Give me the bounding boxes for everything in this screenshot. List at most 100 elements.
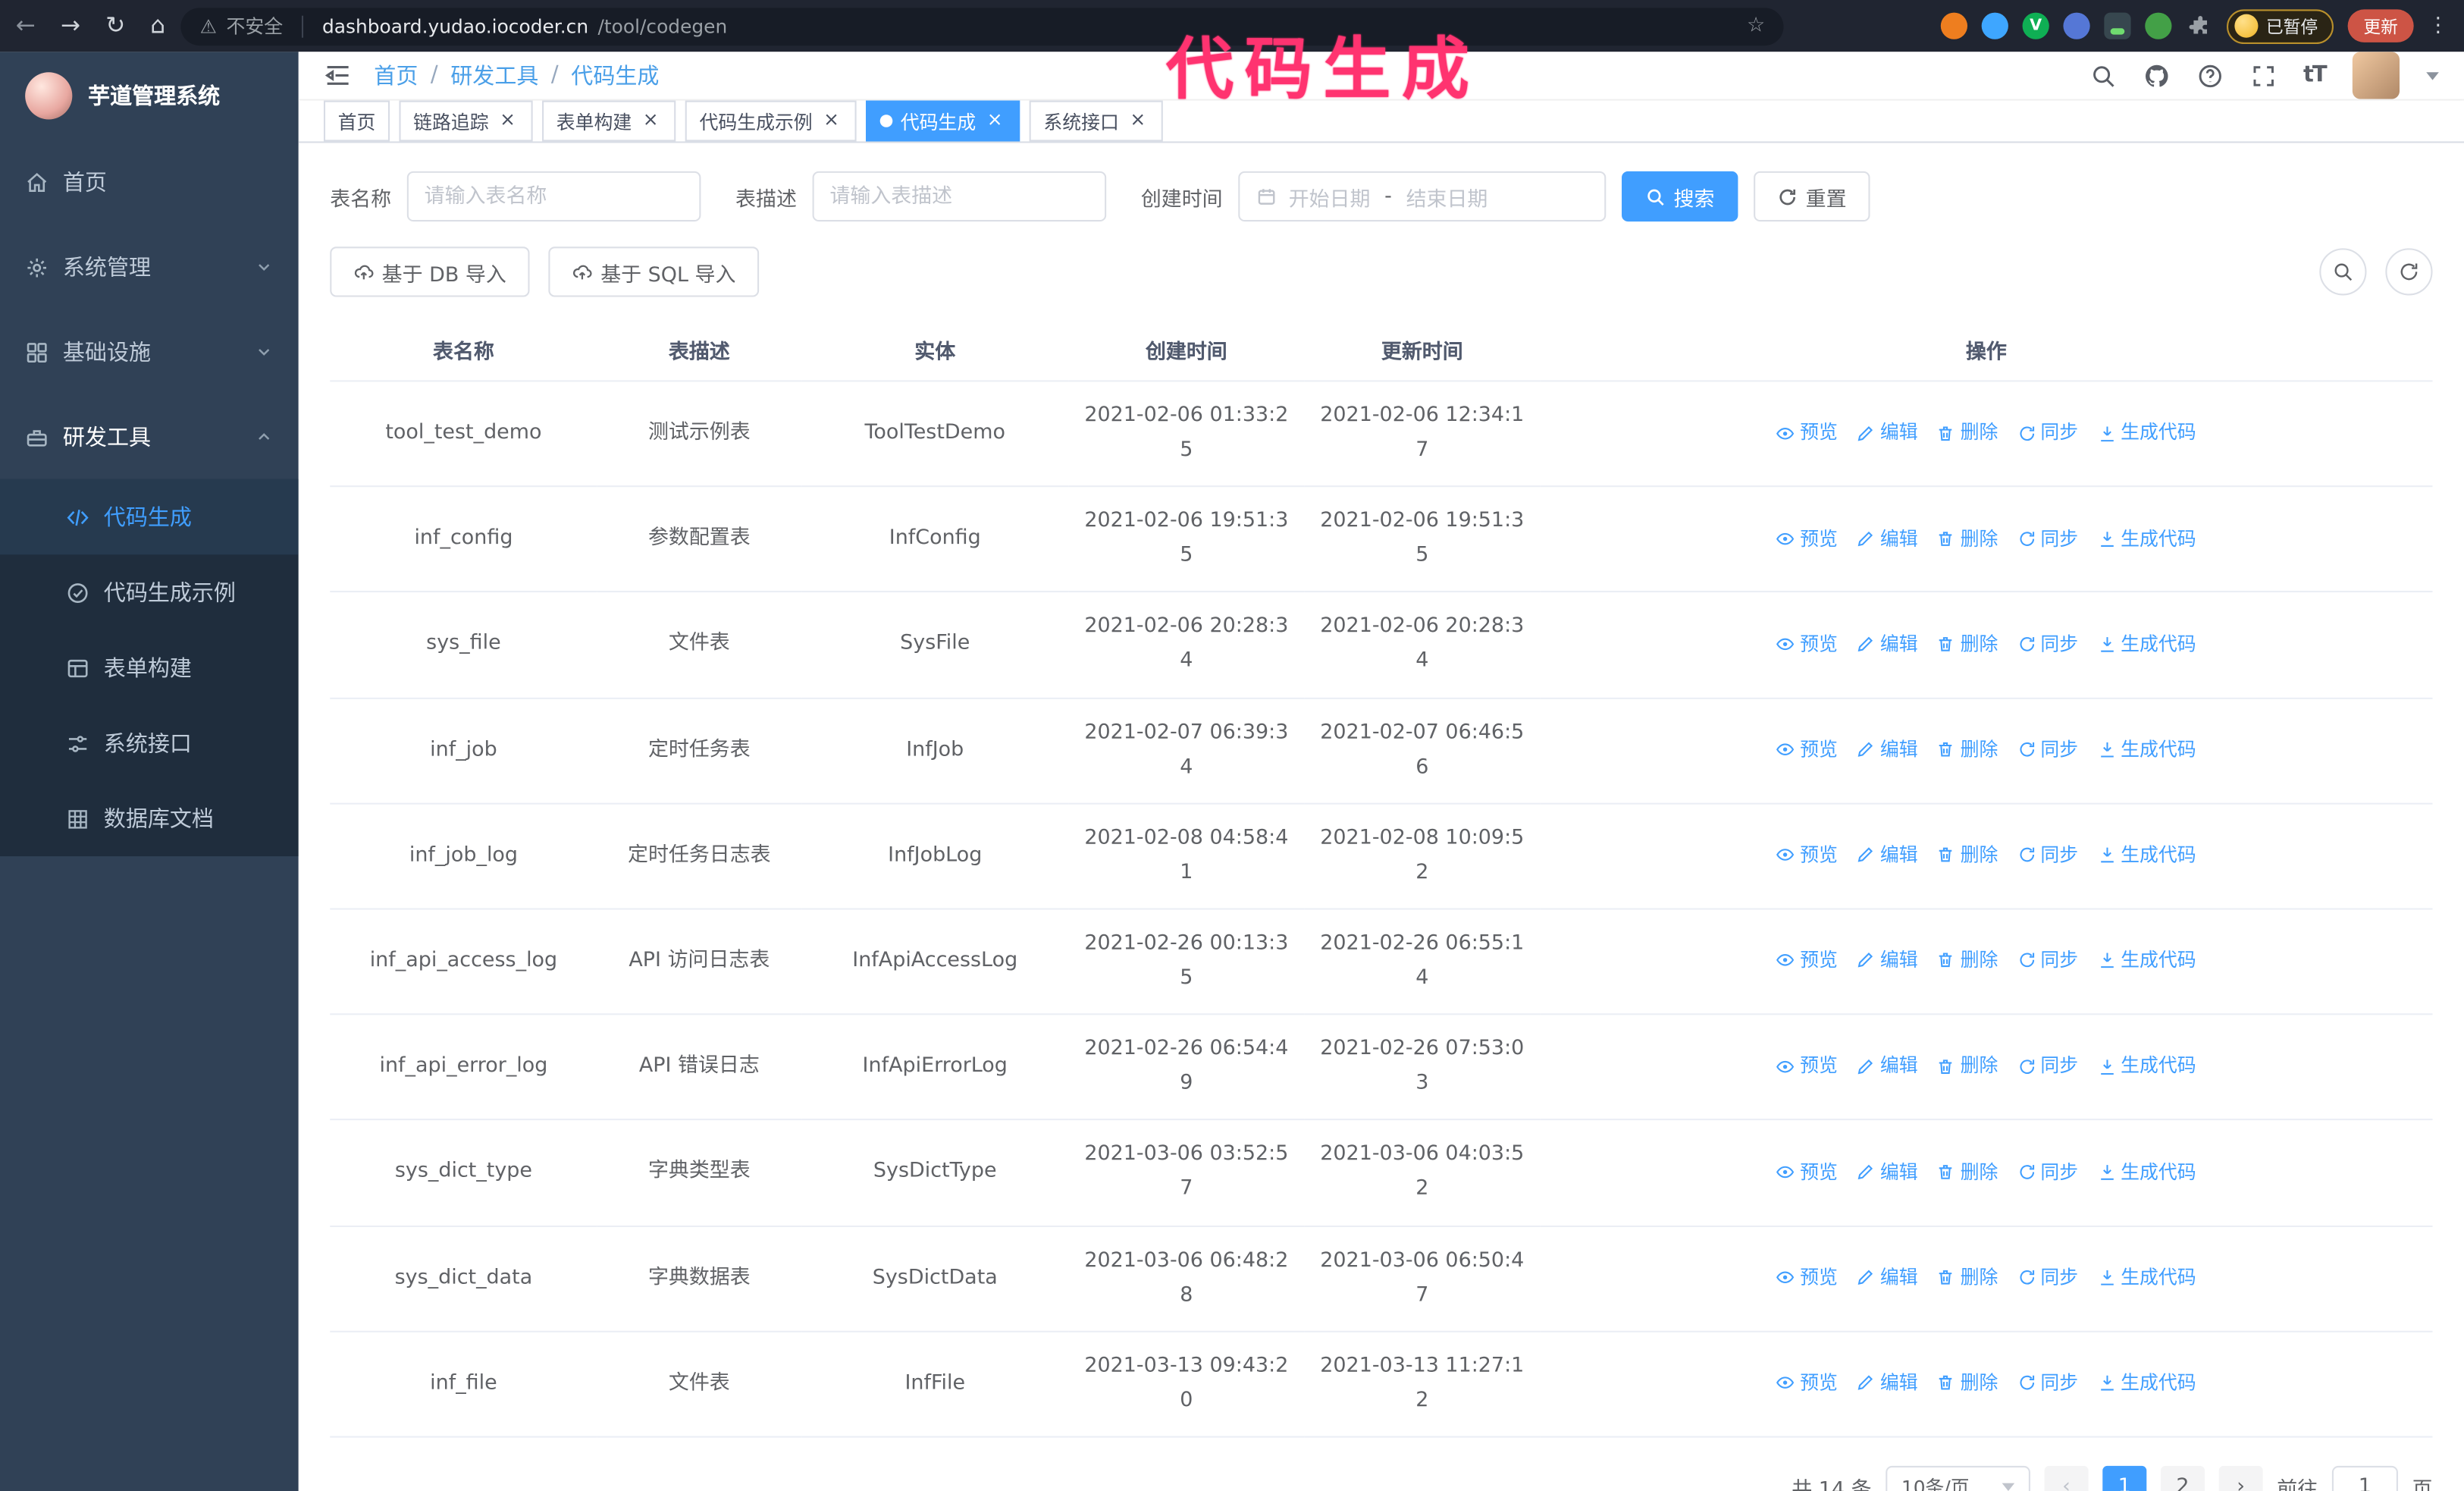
edit-link[interactable]: 编辑: [1857, 733, 1918, 765]
user-avatar[interactable]: [2352, 52, 2400, 99]
sync-link[interactable]: 同步: [2017, 1050, 2078, 1082]
tab-item[interactable]: 链路追踪 ×: [399, 100, 533, 142]
table-desc-input[interactable]: [812, 171, 1107, 222]
reset-button[interactable]: 重置: [1754, 171, 1870, 222]
browser-update-button[interactable]: 更新: [2347, 9, 2414, 42]
breadcrumb-home[interactable]: 首页: [374, 60, 418, 91]
breadcrumb-devtools[interactable]: 研发工具: [450, 60, 538, 91]
close-icon[interactable]: ×: [1127, 109, 1149, 132]
extension-icon[interactable]: [1981, 12, 2008, 39]
tab-item[interactable]: 首页: [323, 100, 390, 142]
reload-button[interactable]: ↻: [105, 14, 125, 38]
preview-link[interactable]: 预览: [1776, 417, 1838, 449]
sync-link[interactable]: 同步: [2017, 1261, 2078, 1293]
address-bar[interactable]: ⚠ 不安全 dashboard.yudao.iocoder.cn/tool/co…: [180, 7, 1785, 46]
sidebar-item-system-api[interactable]: 系统接口: [0, 705, 299, 780]
sidebar-item-system[interactable]: 系统管理: [0, 224, 299, 309]
search-icon[interactable]: [2089, 62, 2116, 89]
sidebar-logo[interactable]: 芋道管理系统: [0, 52, 299, 140]
edit-link[interactable]: 编辑: [1857, 945, 1918, 977]
generate-code-link[interactable]: 生成代码: [2097, 945, 2196, 977]
delete-link[interactable]: 删除: [1937, 628, 1998, 660]
generate-code-link[interactable]: 生成代码: [2097, 1261, 2196, 1293]
generate-code-link[interactable]: 生成代码: [2097, 1367, 2196, 1398]
preview-link[interactable]: 预览: [1776, 1050, 1838, 1082]
sidebar-item-infra[interactable]: 基础设施: [0, 309, 299, 394]
preview-link[interactable]: 预览: [1776, 945, 1838, 977]
edit-link[interactable]: 编辑: [1857, 839, 1918, 871]
font-size-icon[interactable]: tT: [2303, 63, 2328, 88]
tab-item[interactable]: 代码生成示例 ×: [685, 100, 857, 142]
sync-link[interactable]: 同步: [2017, 1367, 2078, 1398]
sync-link[interactable]: 同步: [2017, 628, 2078, 660]
prev-page-button[interactable]: ‹: [2044, 1465, 2089, 1491]
generate-code-link[interactable]: 生成代码: [2097, 839, 2196, 871]
home-button[interactable]: ⌂: [150, 14, 165, 38]
back-button[interactable]: ←: [16, 14, 36, 38]
page-size-select[interactable]: 10条/页: [1886, 1465, 2030, 1491]
preview-link[interactable]: 预览: [1776, 628, 1838, 660]
generate-code-link[interactable]: 生成代码: [2097, 1050, 2196, 1082]
generate-code-link[interactable]: 生成代码: [2097, 417, 2196, 449]
sidebar-item-codegen-example[interactable]: 代码生成示例: [0, 554, 299, 629]
generate-code-link[interactable]: 生成代码: [2097, 628, 2196, 660]
edit-link[interactable]: 编辑: [1857, 417, 1918, 449]
sidebar-item-form-builder[interactable]: 表单构建: [0, 630, 299, 705]
extension-icon[interactable]: [1940, 12, 1968, 39]
close-icon[interactable]: ×: [820, 109, 842, 132]
delete-link[interactable]: 删除: [1937, 523, 1998, 554]
sync-link[interactable]: 同步: [2017, 417, 2078, 449]
sidebar-item-home[interactable]: 首页: [0, 140, 299, 224]
sidebar-item-devtools[interactable]: 研发工具: [0, 394, 299, 479]
forward-button[interactable]: →: [61, 14, 80, 38]
delete-link[interactable]: 删除: [1937, 1367, 1998, 1398]
import-db-button[interactable]: 基于 DB 导入: [330, 246, 530, 297]
preview-link[interactable]: 预览: [1776, 733, 1838, 765]
github-icon[interactable]: [2143, 62, 2170, 89]
edit-link[interactable]: 编辑: [1857, 1050, 1918, 1082]
generate-code-link[interactable]: 生成代码: [2097, 523, 2196, 554]
generate-code-link[interactable]: 生成代码: [2097, 1156, 2196, 1188]
browser-profile-chip[interactable]: 已暂停: [2227, 8, 2334, 43]
sync-link[interactable]: 同步: [2017, 945, 2078, 977]
edit-link[interactable]: 编辑: [1857, 1261, 1918, 1293]
page-button[interactable]: 2: [2160, 1465, 2205, 1491]
sidebar-item-codegen[interactable]: 代码生成: [0, 479, 299, 555]
delete-link[interactable]: 删除: [1937, 733, 1998, 765]
extensions-puzzle-icon[interactable]: [2186, 13, 2212, 39]
edit-link[interactable]: 编辑: [1857, 1367, 1918, 1398]
preview-link[interactable]: 预览: [1776, 1261, 1838, 1293]
page-button[interactable]: 1: [2102, 1465, 2147, 1491]
generate-code-link[interactable]: 生成代码: [2097, 733, 2196, 765]
sync-link[interactable]: 同步: [2017, 839, 2078, 871]
delete-link[interactable]: 删除: [1937, 1261, 1998, 1293]
tab-item[interactable]: 系统接口 ×: [1029, 100, 1163, 142]
edit-link[interactable]: 编辑: [1857, 1156, 1918, 1188]
delete-link[interactable]: 删除: [1937, 1156, 1998, 1188]
refresh-table-button[interactable]: [2385, 248, 2433, 296]
preview-link[interactable]: 预览: [1776, 1156, 1838, 1188]
sync-link[interactable]: 同步: [2017, 1156, 2078, 1188]
sidebar-item-db-docs[interactable]: 数据库文档: [0, 781, 299, 856]
extension-icon[interactable]: V: [2022, 12, 2049, 39]
bookmark-star-icon[interactable]: ☆: [1747, 14, 1765, 38]
close-icon[interactable]: ×: [497, 109, 519, 132]
search-button[interactable]: 搜索: [1622, 171, 1738, 222]
sidebar-collapse-icon[interactable]: [324, 61, 352, 89]
import-sql-button[interactable]: 基于 SQL 导入: [548, 246, 760, 297]
delete-link[interactable]: 删除: [1937, 839, 1998, 871]
edit-link[interactable]: 编辑: [1857, 628, 1918, 660]
sync-link[interactable]: 同步: [2017, 523, 2078, 554]
extension-icon[interactable]: [2145, 12, 2172, 39]
preview-link[interactable]: 预览: [1776, 523, 1838, 554]
browser-menu-icon[interactable]: ⋮: [2428, 14, 2448, 38]
create-time-range-picker[interactable]: 开始日期 - 结束日期: [1238, 171, 1607, 222]
preview-link[interactable]: 预览: [1776, 1367, 1838, 1398]
delete-link[interactable]: 删除: [1937, 945, 1998, 977]
tab-item[interactable]: 代码生成 ×: [866, 100, 1020, 142]
delete-link[interactable]: 删除: [1937, 1050, 1998, 1082]
tab-item[interactable]: 表单构建 ×: [542, 100, 676, 142]
close-icon[interactable]: ×: [640, 109, 662, 132]
preview-link[interactable]: 预览: [1776, 839, 1838, 871]
extension-icon[interactable]: [2063, 12, 2090, 39]
